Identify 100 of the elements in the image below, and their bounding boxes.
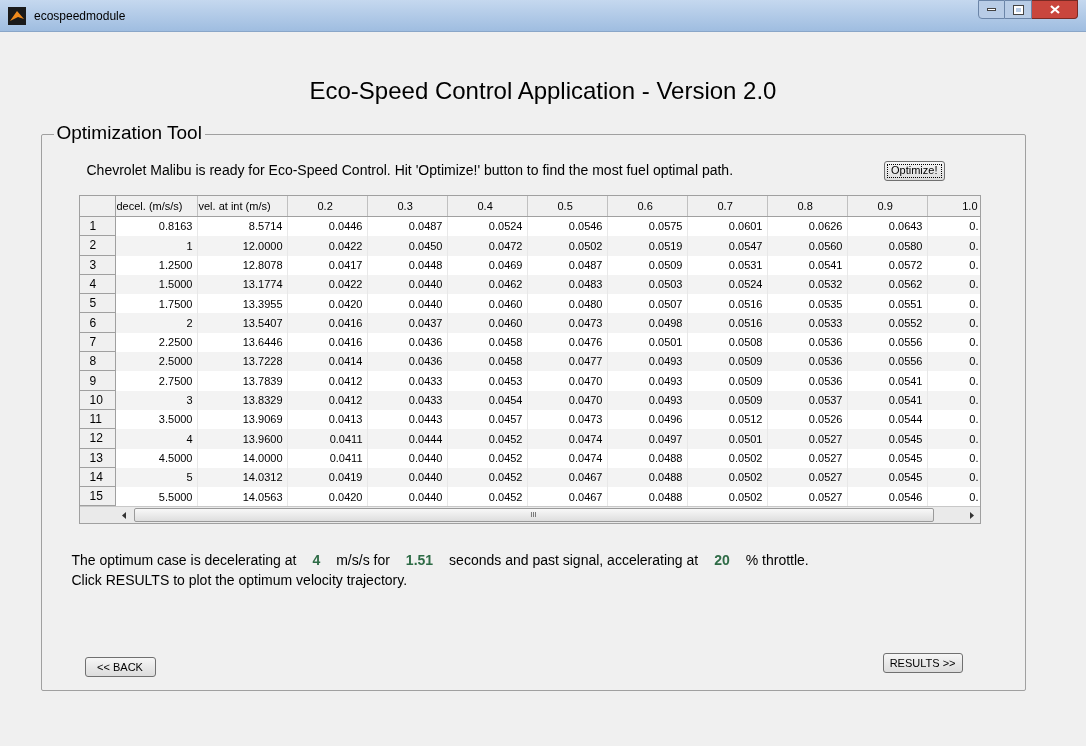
column-header: 1.0 — [927, 196, 980, 216]
scrollbar-thumb[interactable]: III — [133, 508, 934, 523]
table-cell: 0.0533 — [767, 313, 848, 333]
table-cell: 0.0545 — [847, 448, 928, 468]
row-header: 4 — [79, 274, 116, 295]
table-cell: 0.0450 — [367, 236, 448, 256]
table-cell: 0.0433 — [367, 371, 448, 391]
row-header: 1 — [79, 217, 116, 237]
table-cell-text: 0. — [968, 354, 980, 370]
row-header: 7 — [79, 332, 116, 353]
table-cell-text: 0. — [968, 450, 980, 466]
table-cell: 0.0560 — [767, 236, 848, 256]
table-cell: 13.7839 — [197, 371, 288, 391]
column-header: 0.3 — [367, 196, 448, 216]
table-cell-text: 0. — [968, 489, 980, 505]
row-header: 3 — [79, 255, 116, 275]
table-cell: 0.0452 — [447, 429, 528, 449]
table-cell: 0.0412 — [287, 371, 368, 391]
table-cell: 0.0470 — [527, 371, 608, 391]
table-cell: 0.0440 — [367, 448, 448, 468]
table-cell-text: 0. — [968, 470, 980, 486]
table-cell: 0.0547 — [687, 236, 768, 256]
table-cell: 0.0502 — [527, 236, 608, 256]
row-header: 10 — [79, 390, 116, 410]
result-text: seconds and past signal, accelerating at — [449, 551, 699, 571]
row-header: 9 — [79, 371, 116, 391]
result-value: 4 — [312, 551, 321, 571]
table-cell: 3 — [115, 390, 198, 410]
table-cell: 1.2500 — [115, 255, 198, 275]
row-header: 8 — [79, 352, 116, 372]
table-cell: 0.0470 — [527, 390, 608, 410]
table-cell: 0.0460 — [447, 313, 528, 333]
table-cell: 12.0000 — [197, 236, 288, 256]
table-cell: 0.0416 — [287, 313, 368, 333]
back-button[interactable]: << BACK — [84, 657, 156, 678]
table-cell: 0.0519 — [607, 236, 688, 256]
table-cell: 0.0498 — [607, 313, 688, 333]
table-cell: 0.0509 — [607, 255, 688, 275]
table-cell: 0.0536 — [767, 371, 848, 391]
table-cell-text: 0. — [968, 431, 980, 447]
row-header: 13 — [79, 448, 116, 468]
table-cell-text: 0. — [968, 315, 980, 331]
close-icon — [1049, 5, 1060, 14]
column-header: vel. at int (m/s) — [197, 196, 288, 216]
table-cell-text: 0. — [968, 258, 980, 273]
table-cell: 0.0527 — [767, 448, 848, 468]
table-cell: 2.7500 — [115, 371, 198, 391]
row-header: 11 — [79, 409, 116, 430]
table-cell: 0.0488 — [607, 448, 688, 468]
column-header: decel. (m/s/s) — [115, 196, 198, 216]
table-cell: 0.0516 — [687, 313, 768, 333]
column-header: 0.6 — [607, 196, 688, 216]
result-text: % throttle. — [745, 551, 809, 571]
table-cell: 0.0537 — [767, 390, 848, 410]
column-header: 0.9 — [847, 196, 928, 216]
result-text: m/s/s for — [336, 551, 390, 571]
table-cell: 0.0541 — [847, 371, 928, 391]
results-button[interactable]: RESULTS >> — [882, 653, 963, 674]
table-cell-text: 0. — [968, 296, 980, 312]
app-icon — [8, 6, 26, 25]
optimize-button[interactable]: Optimize! — [884, 160, 945, 181]
status-message: Chevrolet Malibu is ready for Eco-Speed Control. Hit 'Optimize!' button to find the most fuel optimal path. — [86, 161, 734, 180]
close-button[interactable] — [1032, 0, 1078, 19]
row-header: 12 — [79, 429, 116, 449]
table-cell: 0.0527 — [767, 429, 848, 449]
table-cell: 0.0448 — [367, 255, 448, 275]
row-header: 2 — [79, 236, 116, 256]
row-header: 15 — [79, 487, 116, 507]
table-cell: 0.0411 — [287, 429, 368, 449]
table-cell: 0.0493 — [607, 390, 688, 410]
table-cell: 0.0453 — [447, 371, 528, 391]
maximize-button[interactable] — [1005, 0, 1032, 19]
table-cell: 0.0474 — [527, 429, 608, 449]
table-cell: 0.0417 — [287, 255, 368, 275]
table-cell: 0.0509 — [687, 390, 768, 410]
row-header: 5 — [79, 294, 116, 314]
app-heading: Eco-Speed Control Application - Version 2.0 — [309, 76, 777, 106]
table-cell: 0.0469 — [447, 255, 528, 275]
table-cell: 0.0531 — [687, 255, 768, 275]
instruction-text: Click RESULTS to plot the optimum velocity trajectory. — [71, 571, 409, 590]
table-cell: 0.0452 — [447, 448, 528, 468]
table-cell: 0.0444 — [367, 429, 448, 449]
horizontal-scrollbar[interactable]: III — [79, 506, 980, 524]
table-cell: 1 — [115, 236, 198, 256]
column-header: 0.8 — [767, 196, 848, 216]
table-cell: 0.0552 — [847, 313, 928, 333]
result-value: 20 — [714, 551, 730, 571]
table-cell: 0.0541 — [767, 255, 848, 275]
table-cell: 14.0000 — [197, 448, 288, 468]
window-title: ecospeedmodule — [34, 7, 126, 25]
table-cell: 0.0502 — [687, 448, 768, 468]
table-cell: 0.0501 — [687, 429, 768, 449]
table-cell: 0.0474 — [527, 448, 608, 468]
table-cell: 0.0472 — [447, 236, 528, 256]
table-cell: 0.0580 — [847, 236, 928, 256]
table-cell: 0.0493 — [607, 371, 688, 391]
table-cell-text: 0. — [968, 277, 980, 293]
table-cell: 13.5407 — [197, 313, 288, 333]
minimize-button[interactable] — [978, 0, 1005, 19]
table-cell: 12.8078 — [197, 255, 288, 275]
